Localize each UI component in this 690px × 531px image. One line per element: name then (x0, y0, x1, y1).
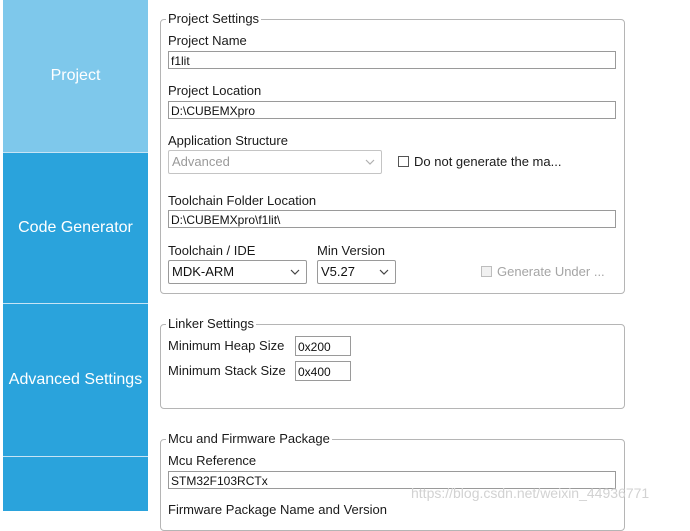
select-value: Advanced (172, 154, 230, 169)
firmware-package-label: Firmware Package Name and Version (168, 502, 387, 517)
generate-under-root-checkbox[interactable] (481, 266, 492, 277)
group-title: Mcu and Firmware Package (166, 431, 332, 447)
sidebar-item-label: Advanced Settings (8, 371, 143, 388)
linker-settings-group: Linker Settings Minimum Heap Size 0x200 … (160, 316, 625, 409)
do-not-generate-label: Do not generate the ma... (414, 154, 562, 169)
sidebar-item-label: Code Generator (18, 219, 133, 236)
stack-size-input[interactable]: 0x400 (295, 361, 351, 381)
chevron-down-icon (379, 269, 389, 275)
toolchain-folder-input[interactable]: D:\CUBEMXpro\f1lit\ (168, 210, 616, 228)
sidebar-item-advanced-settings[interactable]: Advanced Settings (3, 304, 148, 456)
project-location-label: Project Location (168, 83, 262, 98)
stack-size-label: Minimum Stack Size (168, 363, 286, 378)
generate-under-label: Generate Under ... (497, 264, 605, 279)
main-panel: Project Settings Project Name f1lit Proj… (150, 0, 690, 531)
sidebar: Project Code Generator Advanced Settings (0, 0, 150, 511)
select-value: V5.27 (321, 264, 355, 279)
chevron-down-icon (365, 159, 375, 165)
do-not-generate-checkbox[interactable] (398, 156, 409, 167)
application-structure-select[interactable]: Advanced (168, 150, 382, 174)
project-location-input[interactable]: D:\CUBEMXpro (168, 101, 616, 119)
min-version-label: Min Version (317, 243, 385, 258)
heap-size-input[interactable]: 0x200 (295, 336, 351, 356)
select-value: MDK-ARM (172, 264, 235, 279)
heap-size-label: Minimum Heap Size (168, 338, 285, 353)
project-name-input[interactable]: f1lit (168, 51, 616, 69)
application-structure-label: Application Structure (168, 133, 288, 148)
group-title: Linker Settings (166, 316, 256, 332)
toolchain-folder-label: Toolchain Folder Location (168, 193, 317, 208)
sidebar-item-next[interactable] (3, 457, 148, 511)
sidebar-item-project[interactable]: Project (3, 0, 148, 152)
sidebar-item-label: Project (50, 67, 101, 84)
min-version-select[interactable]: V5.27 (317, 260, 396, 284)
chevron-down-icon (290, 269, 300, 275)
group-title: Project Settings (166, 11, 262, 27)
project-settings-group: Project Settings Project Name f1lit Proj… (160, 11, 625, 294)
watermark: https://blog.csdn.net/weixin_44936771 (411, 485, 650, 501)
project-name-label: Project Name (168, 33, 247, 48)
toolchain-ide-select[interactable]: MDK-ARM (168, 260, 307, 284)
toolchain-ide-label: Toolchain / IDE (168, 243, 256, 258)
sidebar-item-code-generator[interactable]: Code Generator (3, 153, 148, 303)
mcu-reference-label: Mcu Reference (168, 453, 257, 468)
